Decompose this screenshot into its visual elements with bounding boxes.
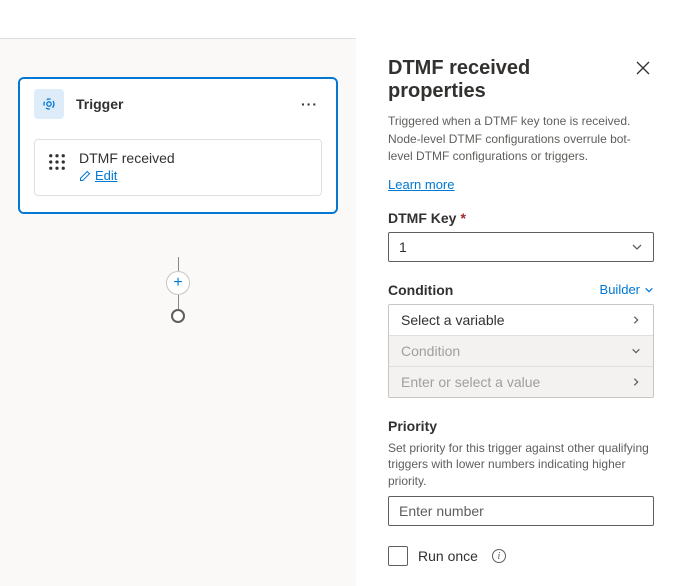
condition-label: Condition: [388, 282, 453, 298]
dtmf-key-label: DTMF Key *: [388, 210, 654, 226]
chevron-down-icon: [631, 241, 643, 253]
edit-link[interactable]: Edit: [79, 168, 117, 183]
condition-operator-select: Condition: [389, 335, 653, 366]
run-once-checkbox[interactable]: [388, 546, 408, 566]
close-icon: [636, 61, 650, 75]
priority-description: Set priority for this trigger against ot…: [388, 440, 654, 490]
condition-variable-select[interactable]: Select a variable: [389, 305, 653, 335]
chevron-right-icon: [631, 377, 641, 387]
node-menu-button[interactable]: ···: [297, 96, 322, 112]
dtmf-key-select[interactable]: 1: [388, 232, 654, 262]
flow-end-dot: [171, 309, 185, 323]
add-node-button[interactable]: +: [166, 271, 190, 295]
flow-canvas: Trigger ··· DTMF received: [0, 39, 356, 586]
condition-value-select: Enter or select a value: [389, 366, 653, 397]
priority-input[interactable]: [388, 496, 654, 526]
trigger-node-title: Trigger: [76, 96, 297, 112]
chevron-right-icon: [631, 315, 641, 325]
run-once-label: Run once: [418, 548, 478, 564]
chevron-down-icon: [644, 285, 654, 295]
trigger-item-dtmf[interactable]: DTMF received Edit: [34, 139, 322, 196]
properties-panel: DTMF received properties Triggered when …: [356, 39, 674, 586]
trigger-item-title: DTMF received: [79, 150, 309, 166]
priority-label: Priority: [388, 418, 654, 434]
connector-line: [178, 295, 179, 309]
connector-line: [178, 257, 179, 271]
panel-description: Triggered when a DTMF key tone is receiv…: [388, 113, 654, 165]
trigger-icon: [34, 89, 64, 119]
required-indicator: *: [460, 210, 465, 226]
pencil-icon: [79, 170, 91, 182]
builder-toggle[interactable]: Builder: [600, 282, 654, 297]
close-button[interactable]: [632, 57, 654, 82]
learn-more-link[interactable]: Learn more: [388, 177, 454, 192]
panel-title: DTMF received properties: [388, 57, 632, 103]
dialpad-icon: [47, 152, 67, 172]
chevron-down-icon: [631, 346, 641, 356]
trigger-node-header: Trigger ···: [20, 79, 336, 129]
info-icon[interactable]: i: [492, 549, 506, 563]
trigger-node[interactable]: Trigger ··· DTMF received: [18, 77, 338, 214]
